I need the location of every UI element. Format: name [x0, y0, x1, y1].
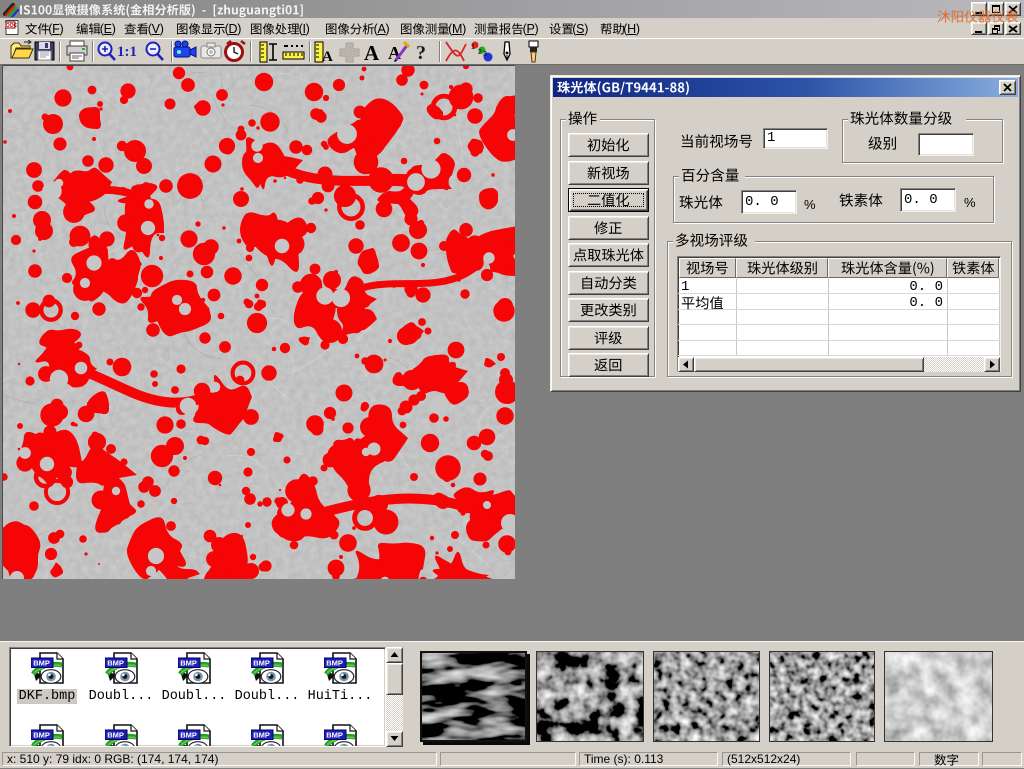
- svg-text:?: ?: [416, 42, 426, 64]
- svg-text:A: A: [388, 43, 401, 63]
- svg-text:3: 3: [483, 51, 487, 58]
- svg-text:2: 2: [478, 49, 482, 56]
- svg-text:DOC: DOC: [6, 23, 18, 29]
- svg-text:1:1: 1:1: [117, 44, 137, 60]
- svg-text:A: A: [322, 49, 333, 64]
- svg-text:A: A: [364, 41, 380, 64]
- svg-text:1: 1: [471, 44, 475, 51]
